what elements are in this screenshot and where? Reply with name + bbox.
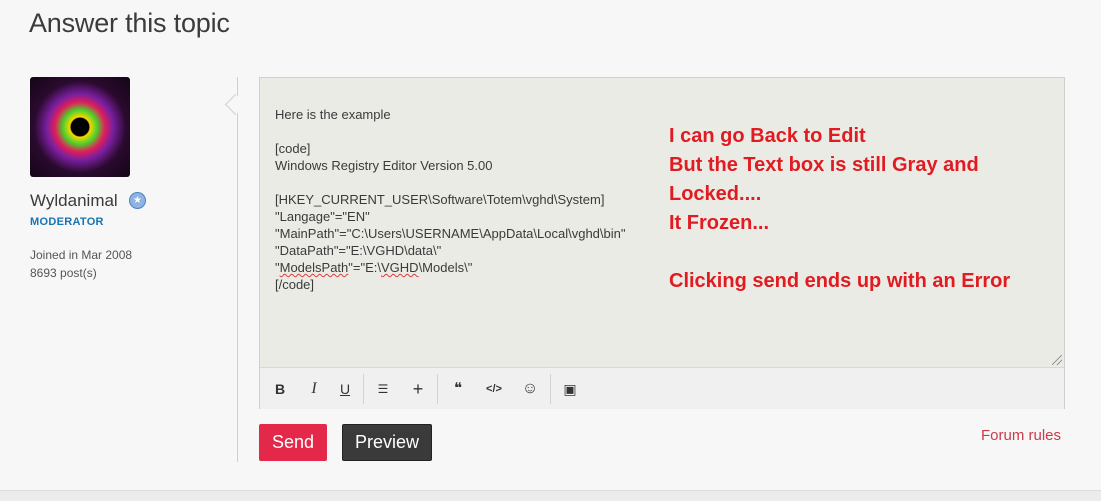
post-count: 8693 post(s) — [30, 266, 97, 280]
quote-icon[interactable]: ❝ — [447, 378, 469, 400]
send-button[interactable]: Send — [259, 424, 327, 461]
underline-button[interactable]: U — [334, 378, 356, 400]
text-fragment: "="E:\ — [348, 260, 381, 275]
text-line: [HKEY_CURRENT_USER\Software\Totem\vghd\S… — [275, 192, 605, 207]
text-line: "Langage"="EN" — [275, 209, 370, 224]
text-fragment: \Models\" — [418, 260, 473, 275]
list-icon[interactable]: ☰ — [372, 378, 394, 400]
annotation-line: Clicking send ends up with an Error — [669, 270, 1011, 292]
text-line: Here is the example — [275, 107, 391, 122]
annotation-line — [669, 238, 1010, 267]
plus-icon[interactable]: + — [407, 378, 429, 400]
toolbar-separator — [437, 374, 438, 404]
text-line: "MainPath"="C:\Users\USERNAME\AppData\Lo… — [275, 226, 626, 241]
red-annotation: I can go Back to Edit But the Text box i… — [669, 122, 1010, 296]
reply-editor: Here is the example [code] Windows Regis… — [259, 77, 1065, 409]
footer-bar — [0, 490, 1101, 501]
emoji-icon[interactable]: ☺ — [519, 378, 541, 400]
image-icon[interactable]: ▣ — [559, 378, 581, 400]
text-line — [275, 174, 625, 191]
username[interactable]: Wyldanimal — [30, 191, 118, 211]
italic-button[interactable]: I — [303, 378, 325, 400]
annotation-line: It Frozen... — [669, 212, 769, 234]
text-line: Windows Registry Editor Version 5.00 — [275, 158, 493, 173]
text-line — [275, 123, 625, 140]
join-date: Joined in Mar 2008 — [30, 248, 133, 262]
user-role: MODERATOR — [30, 216, 104, 228]
code-icon[interactable]: </> — [483, 378, 505, 400]
speech-arrow — [224, 93, 247, 116]
misspelled-word: ModelsPath — [279, 260, 349, 275]
column-divider — [237, 77, 238, 462]
preview-button[interactable]: Preview — [342, 424, 432, 461]
avatar[interactable] — [30, 77, 130, 177]
text-line: "ModelsPath"="E:\VGHD\Models\" — [275, 259, 625, 276]
resize-handle-icon[interactable] — [1052, 355, 1062, 365]
forum-rules-link[interactable]: Forum rules — [981, 427, 1061, 444]
toolbar-separator — [363, 374, 364, 404]
text-line: [code] — [275, 141, 311, 156]
annotation-line: I can go Back to Edit — [669, 125, 866, 147]
annotation-line: But the Text box is still Gray and — [669, 154, 979, 176]
star-icon: ★ — [129, 192, 146, 209]
editor-toolbar: B I U ☰ + ❝ </> ☺ ▣ — [260, 367, 1064, 409]
message-text: Here is the example [code] Windows Regis… — [275, 106, 625, 293]
bold-button[interactable]: B — [269, 378, 291, 400]
text-line: [/code] — [275, 277, 315, 292]
annotation-line: Locked.... — [669, 183, 762, 205]
misspelled-word: VGHD — [381, 260, 419, 275]
message-textarea[interactable]: Here is the example [code] Windows Regis… — [260, 78, 1064, 367]
page-title: Answer this topic — [29, 8, 230, 38]
toolbar-separator — [550, 374, 551, 404]
text-line: "DataPath"="E:\VGHD\data\" — [275, 243, 442, 258]
